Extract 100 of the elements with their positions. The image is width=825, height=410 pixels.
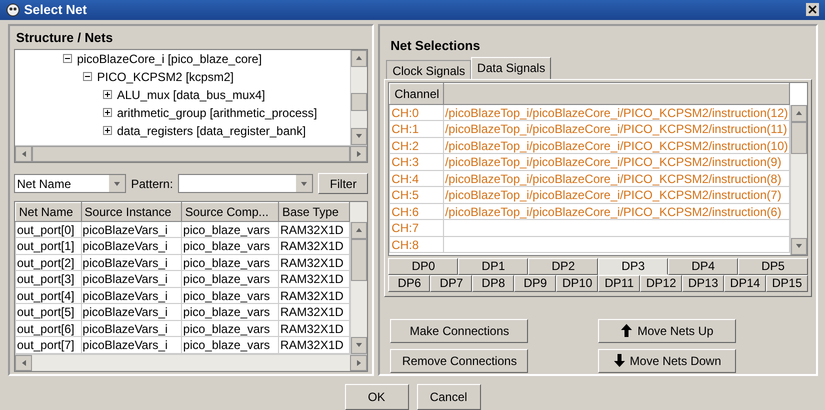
channel-cell: CH:0 (390, 104, 444, 121)
table-cell: RAM32X1D (278, 336, 350, 354)
scroll-up-icon[interactable] (355, 54, 364, 62)
expand-icon[interactable] (103, 108, 112, 118)
table-cell: out_port[7] (16, 336, 82, 354)
action-button[interactable]: Remove Connections (390, 348, 528, 373)
scroll-down-icon[interactable] (795, 242, 803, 250)
port-tab[interactable]: DP15 (766, 274, 808, 292)
tree-item[interactable]: data_registers [data_register_bank] (117, 124, 306, 138)
scroll-down-icon[interactable] (355, 132, 364, 140)
scroll-right-icon[interactable] (354, 150, 363, 158)
table-cell: pico_blaze_vars (182, 221, 279, 238)
net-cell: /picoBlazeTop_i/picoBlazeCore_i/PICO_KCPSM2/instruction(12) (444, 104, 790, 121)
scroll-up-icon[interactable] (795, 109, 803, 118)
net-field-dropdown[interactable]: Net Name (14, 174, 126, 194)
scroll-right-icon[interactable] (354, 358, 363, 367)
column-header[interactable]: Channel (390, 83, 444, 104)
table-cell: picoBlazeVars_i (81, 254, 182, 271)
filter-button[interactable]: Filter (318, 173, 368, 194)
table-cell: picoBlazeVars_i (81, 221, 182, 238)
expand-icon[interactable] (103, 90, 112, 100)
table-cell: RAM32X1D (278, 270, 350, 288)
scroll-left-icon[interactable] (20, 150, 28, 158)
table-cell: picoBlazeVars_i (81, 270, 182, 288)
collapse-icon[interactable] (83, 72, 92, 82)
port-tab[interactable]: DP3 (598, 258, 668, 275)
table-cell: pico_blaze_vars (182, 320, 279, 337)
scrollbar[interactable] (350, 50, 368, 145)
scroll-left-icon[interactable] (20, 358, 28, 367)
scrollbar[interactable] (790, 104, 807, 255)
window-title: Select Net (24, 2, 87, 18)
table-cell: picoBlazeVars_i (81, 304, 182, 320)
dropdown-arrow-icon[interactable] (300, 180, 308, 188)
dropdown-arrow-icon[interactable] (113, 180, 121, 188)
port-tab[interactable]: DP6 (388, 274, 430, 292)
port-tab[interactable]: DP2 (528, 258, 598, 275)
port-tab[interactable]: DP14 (724, 274, 766, 292)
tab[interactable]: Clock Signals (386, 60, 472, 79)
table-cell: picoBlazeVars_i (81, 336, 182, 354)
net-cell: /picoBlazeTop_i/picoBlazeCore_i/PICO_KCPSM2/instruction(11) (444, 120, 790, 138)
port-tab[interactable]: DP9 (514, 274, 556, 292)
port-tab[interactable]: DP0 (388, 258, 458, 275)
scrollbar[interactable] (350, 222, 368, 354)
tree-item[interactable]: arithmetic_group [arithmetic_process] (117, 106, 318, 120)
port-tab[interactable]: DP12 (640, 274, 682, 292)
tab[interactable]: Data Signals (471, 56, 552, 79)
dialog-button[interactable]: Cancel (416, 384, 480, 410)
port-tab[interactable]: DP4 (668, 258, 738, 275)
expand-icon[interactable] (103, 126, 112, 136)
column-header[interactable]: Source Comp... (182, 202, 279, 222)
tree-item[interactable]: ALU_mux [data_bus_mux4] (117, 88, 266, 102)
channel-cell: CH:7 (390, 220, 444, 236)
scroll-thumb[interactable] (351, 92, 368, 111)
port-tab[interactable]: DP8 (472, 274, 514, 292)
panel-title: Net Selections (389, 36, 482, 55)
scroll-up-icon[interactable] (355, 226, 364, 234)
port-tab[interactable]: DP1 (458, 258, 528, 275)
net-cell: /picoBlazeTop_i/picoBlazeCore_i/PICO_KCPSM2/instruction(8) (444, 170, 790, 187)
collapse-icon[interactable] (63, 54, 72, 64)
table-cell: out_port[2] (16, 254, 82, 271)
port-tab[interactable]: DP10 (556, 274, 598, 292)
column-header[interactable]: Source Instance (81, 202, 182, 222)
channel-cell: CH:3 (390, 154, 444, 170)
table-cell: out_port[0] (16, 221, 82, 238)
table-cell: pico_blaze_vars (182, 238, 279, 254)
channel-cell: CH:2 (390, 137, 444, 154)
net-cell: /picoBlazeTop_i/picoBlazeCore_i/PICO_KCPSM2/instruction(10) (444, 137, 790, 154)
tree-item[interactable]: picoBlazeCore_i [pico_blaze_core] (77, 52, 262, 66)
table-cell: pico_blaze_vars (182, 287, 279, 304)
net-cell: /picoBlazeTop_i/picoBlazeCore_i/PICO_KCPSM2/instruction(6) (444, 203, 790, 220)
scroll-thumb[interactable] (351, 238, 368, 281)
channel-cell: CH:8 (390, 236, 444, 253)
port-tab[interactable]: DP5 (738, 258, 808, 275)
move-up-button[interactable]: Move Nets Up (598, 318, 736, 343)
column-header[interactable]: Net Name (16, 202, 82, 222)
net-cell: /picoBlazeTop_i/picoBlazeCore_i/PICO_KCPSM2/instruction(7) (444, 186, 790, 204)
arrow-up-icon (621, 324, 632, 338)
port-tab[interactable]: DP7 (430, 274, 472, 292)
table-cell: pico_blaze_vars (182, 270, 279, 288)
scroll-down-icon[interactable] (355, 341, 364, 350)
table-cell: out_port[1] (16, 238, 82, 254)
port-tab[interactable]: DP11 (598, 274, 640, 292)
table-cell: RAM32X1D (278, 304, 350, 320)
pattern-label: Pattern: (131, 176, 174, 191)
channel-cell: CH:5 (390, 186, 444, 204)
column-header[interactable]: Base Type (278, 202, 350, 222)
column-header[interactable] (444, 83, 790, 104)
table-cell: picoBlazeVars_i (81, 238, 182, 254)
port-tab[interactable]: DP13 (682, 274, 724, 292)
close-icon[interactable] (806, 3, 819, 16)
table-cell: pico_blaze_vars (182, 336, 279, 354)
dialog-button[interactable]: OK (344, 384, 408, 410)
action-button[interactable]: Make Connections (390, 318, 528, 343)
tree-item[interactable]: PICO_KCPSM2 [kcpsm2] (97, 70, 234, 84)
scroll-thumb[interactable] (791, 122, 807, 154)
pattern-field[interactable] (178, 174, 314, 194)
move-down-button[interactable]: Move Nets Down (598, 348, 736, 373)
table-cell: pico_blaze_vars (182, 254, 279, 271)
scrollbar[interactable] (15, 354, 368, 371)
table-cell: picoBlazeVars_i (81, 287, 182, 304)
